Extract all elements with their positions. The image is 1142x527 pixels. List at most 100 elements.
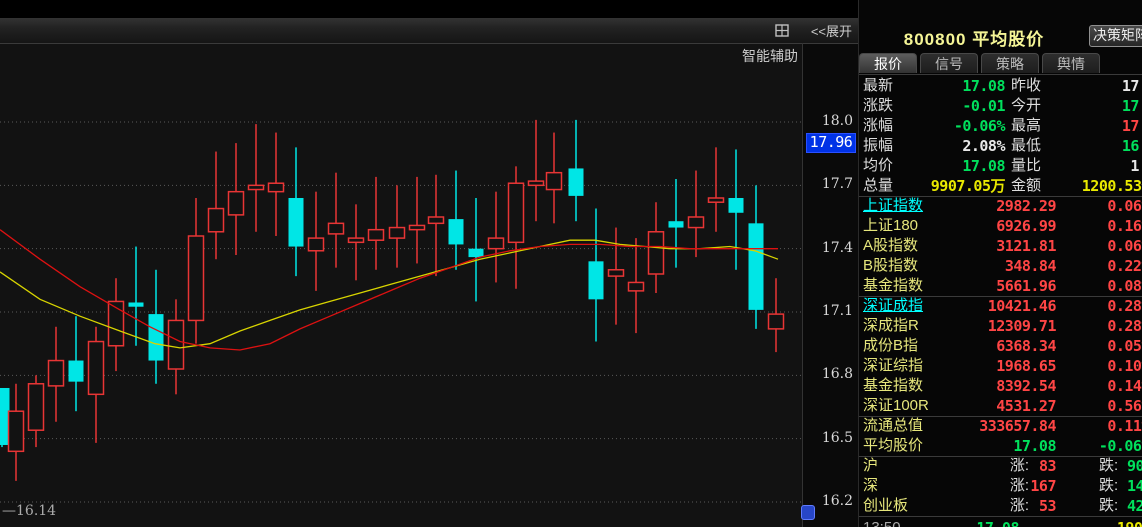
y-axis-label: 17.7 <box>803 176 853 192</box>
market-name: 创业板 <box>863 496 908 516</box>
advancers-count: 53 <box>1009 496 1056 516</box>
section-divider <box>859 416 1142 417</box>
candle-down <box>749 185 764 329</box>
quote-value: 17.08 <box>899 76 1005 96</box>
y-axis-label: 17.1 <box>803 303 853 319</box>
index-row[interactable]: 深证成指10421.460.28% <box>859 296 1142 316</box>
index-row[interactable]: 基金指数5661.960.08% <box>859 276 1142 296</box>
y-axis-label: 16.5 <box>803 430 853 446</box>
quote-value: -0.01 <box>899 96 1005 116</box>
breadth-row: 沪涨:83跌:90 <box>859 456 1142 476</box>
candle-up <box>629 238 644 333</box>
decliners-label: 跌: <box>1099 456 1118 476</box>
quote-value: 1200.53亿 <box>1016 176 1142 196</box>
candle-up <box>410 177 425 264</box>
candle-down <box>469 198 484 301</box>
index-change-pct: 0.10% <box>1019 356 1142 376</box>
chart-corner-button[interactable] <box>801 505 815 520</box>
index-row[interactable]: 流通总值333657.840.11% <box>859 416 1142 436</box>
index-change-pct: 0.08% <box>1019 276 1142 296</box>
index-row[interactable]: 深证100R4531.270.56% <box>859 396 1142 416</box>
grid-layout-icon[interactable] <box>775 24 803 37</box>
index-change-pct: 0.06% <box>1019 236 1142 256</box>
candle-up <box>709 147 724 231</box>
quote-row: 涨跌-0.01今开17.0 <box>859 96 1142 116</box>
breadth-row: 深涨:167跌:145 <box>859 476 1142 496</box>
candle-up <box>390 185 405 267</box>
candle-down <box>589 209 604 342</box>
y-axis-label: 16.8 <box>803 366 853 382</box>
breadth-section: 沪涨:83跌:90深涨:167跌:145创业板涨:53跌:42 <box>859 456 1142 516</box>
candle-up <box>229 143 244 255</box>
index-row[interactable]: 深证综指1968.650.10% <box>859 356 1142 376</box>
tab-quote[interactable]: 报价 <box>859 53 917 73</box>
candle-up <box>109 278 124 371</box>
candle-up <box>609 228 624 325</box>
tick-volume: 1900 <box>1059 518 1142 527</box>
index-row[interactable]: A股指数3121.810.06% <box>859 236 1142 256</box>
candle-down <box>569 120 584 221</box>
candle-up <box>189 198 204 344</box>
index-change-pct: 0.11% <box>1019 416 1142 436</box>
index-row[interactable]: 上证指数2982.290.06% <box>859 196 1142 216</box>
candle-up <box>209 152 224 260</box>
quote-row: 最新17.08昨收17.0 <box>859 76 1142 96</box>
decision-matrix-button[interactable]: 决策矩阵 <box>1089 25 1142 47</box>
quote-row: 涨幅-0.06%最高17.2 <box>859 116 1142 136</box>
index-change-pct: 0.28% <box>1019 296 1142 316</box>
candle-down <box>69 316 84 411</box>
expand-button[interactable]: <<展开 <box>811 21 852 40</box>
candle-up <box>547 133 562 224</box>
quote-label: 振幅 <box>863 136 893 156</box>
tab-strategy[interactable]: 策略 <box>981 53 1039 73</box>
section-divider <box>859 296 1142 297</box>
quote-label: 均价 <box>863 156 893 176</box>
smart-assist-label[interactable]: 智能辅助 <box>742 46 798 66</box>
quote-section: 最新17.08昨收17.0涨跌-0.01今开17.0涨幅-0.06%最高17.2… <box>859 76 1142 196</box>
current-price-tag: 17.96 <box>806 133 856 153</box>
index-change-pct: -0.06% <box>1019 436 1142 456</box>
index-row[interactable]: 基金指数8392.540.14% <box>859 376 1142 396</box>
quote-value: 9907.05万 <box>899 176 1005 196</box>
panel-tabs: 报价 信号 策略 舆情 <box>859 53 1142 74</box>
indices-section: 上证指数2982.290.06%上证1806926.990.16%A股指数312… <box>859 196 1142 456</box>
kline-chart[interactable] <box>0 0 858 527</box>
tick-time: 13:50 <box>863 518 901 527</box>
candle-up <box>489 192 504 283</box>
candle-up <box>29 375 44 447</box>
index-row[interactable]: 成份B指6368.340.05% <box>859 336 1142 356</box>
quote-value: 17.0 <box>1016 76 1142 96</box>
tab-signal[interactable]: 信号 <box>920 53 978 73</box>
index-change-pct: 0.16% <box>1019 216 1142 236</box>
candle-up <box>429 175 444 276</box>
index-row[interactable]: 上证1806926.990.16% <box>859 216 1142 236</box>
candle-up <box>9 384 24 481</box>
stock-app-window: <<展开 智能辅助 18.017.717.417.116.816.516.2 1… <box>0 0 1142 527</box>
decliners-count: 42 <box>1127 496 1142 516</box>
candle-down <box>669 179 684 268</box>
chart-toolbar: <<展开 <box>0 18 858 44</box>
quote-value: -0.06% <box>899 116 1005 136</box>
candle-up <box>769 278 784 352</box>
quote-label: 最新 <box>863 76 893 96</box>
tab-sentiment[interactable]: 舆情 <box>1042 53 1100 73</box>
index-row[interactable]: 平均股价17.08-0.06% <box>859 436 1142 456</box>
index-change-pct: 0.05% <box>1019 336 1142 356</box>
index-change-pct: 0.22% <box>1019 256 1142 276</box>
candle-up <box>529 120 544 221</box>
index-row[interactable]: 深成指R12309.710.28% <box>859 316 1142 336</box>
candle-up <box>689 171 704 258</box>
quote-row: 总量9907.05万金额1200.53亿 <box>859 176 1142 196</box>
min-price-label: —16.14 <box>2 503 56 519</box>
candle-up <box>249 124 264 232</box>
breadth-row: 创业板涨:53跌:42 <box>859 496 1142 516</box>
quote-label: 总量 <box>863 176 893 196</box>
candle-up <box>89 327 104 443</box>
candle-down <box>729 149 744 269</box>
quote-panel: 800800 平均股价 决策矩阵 报价 信号 策略 舆情 最新17.08昨收17… <box>858 0 1142 527</box>
quote-value: 2.08% <box>899 136 1005 156</box>
advancers-count: 83 <box>1009 456 1056 476</box>
index-row[interactable]: B股指数348.840.22% <box>859 256 1142 276</box>
quote-label: 涨幅 <box>863 116 893 136</box>
decliners-count: 145 <box>1127 476 1142 496</box>
